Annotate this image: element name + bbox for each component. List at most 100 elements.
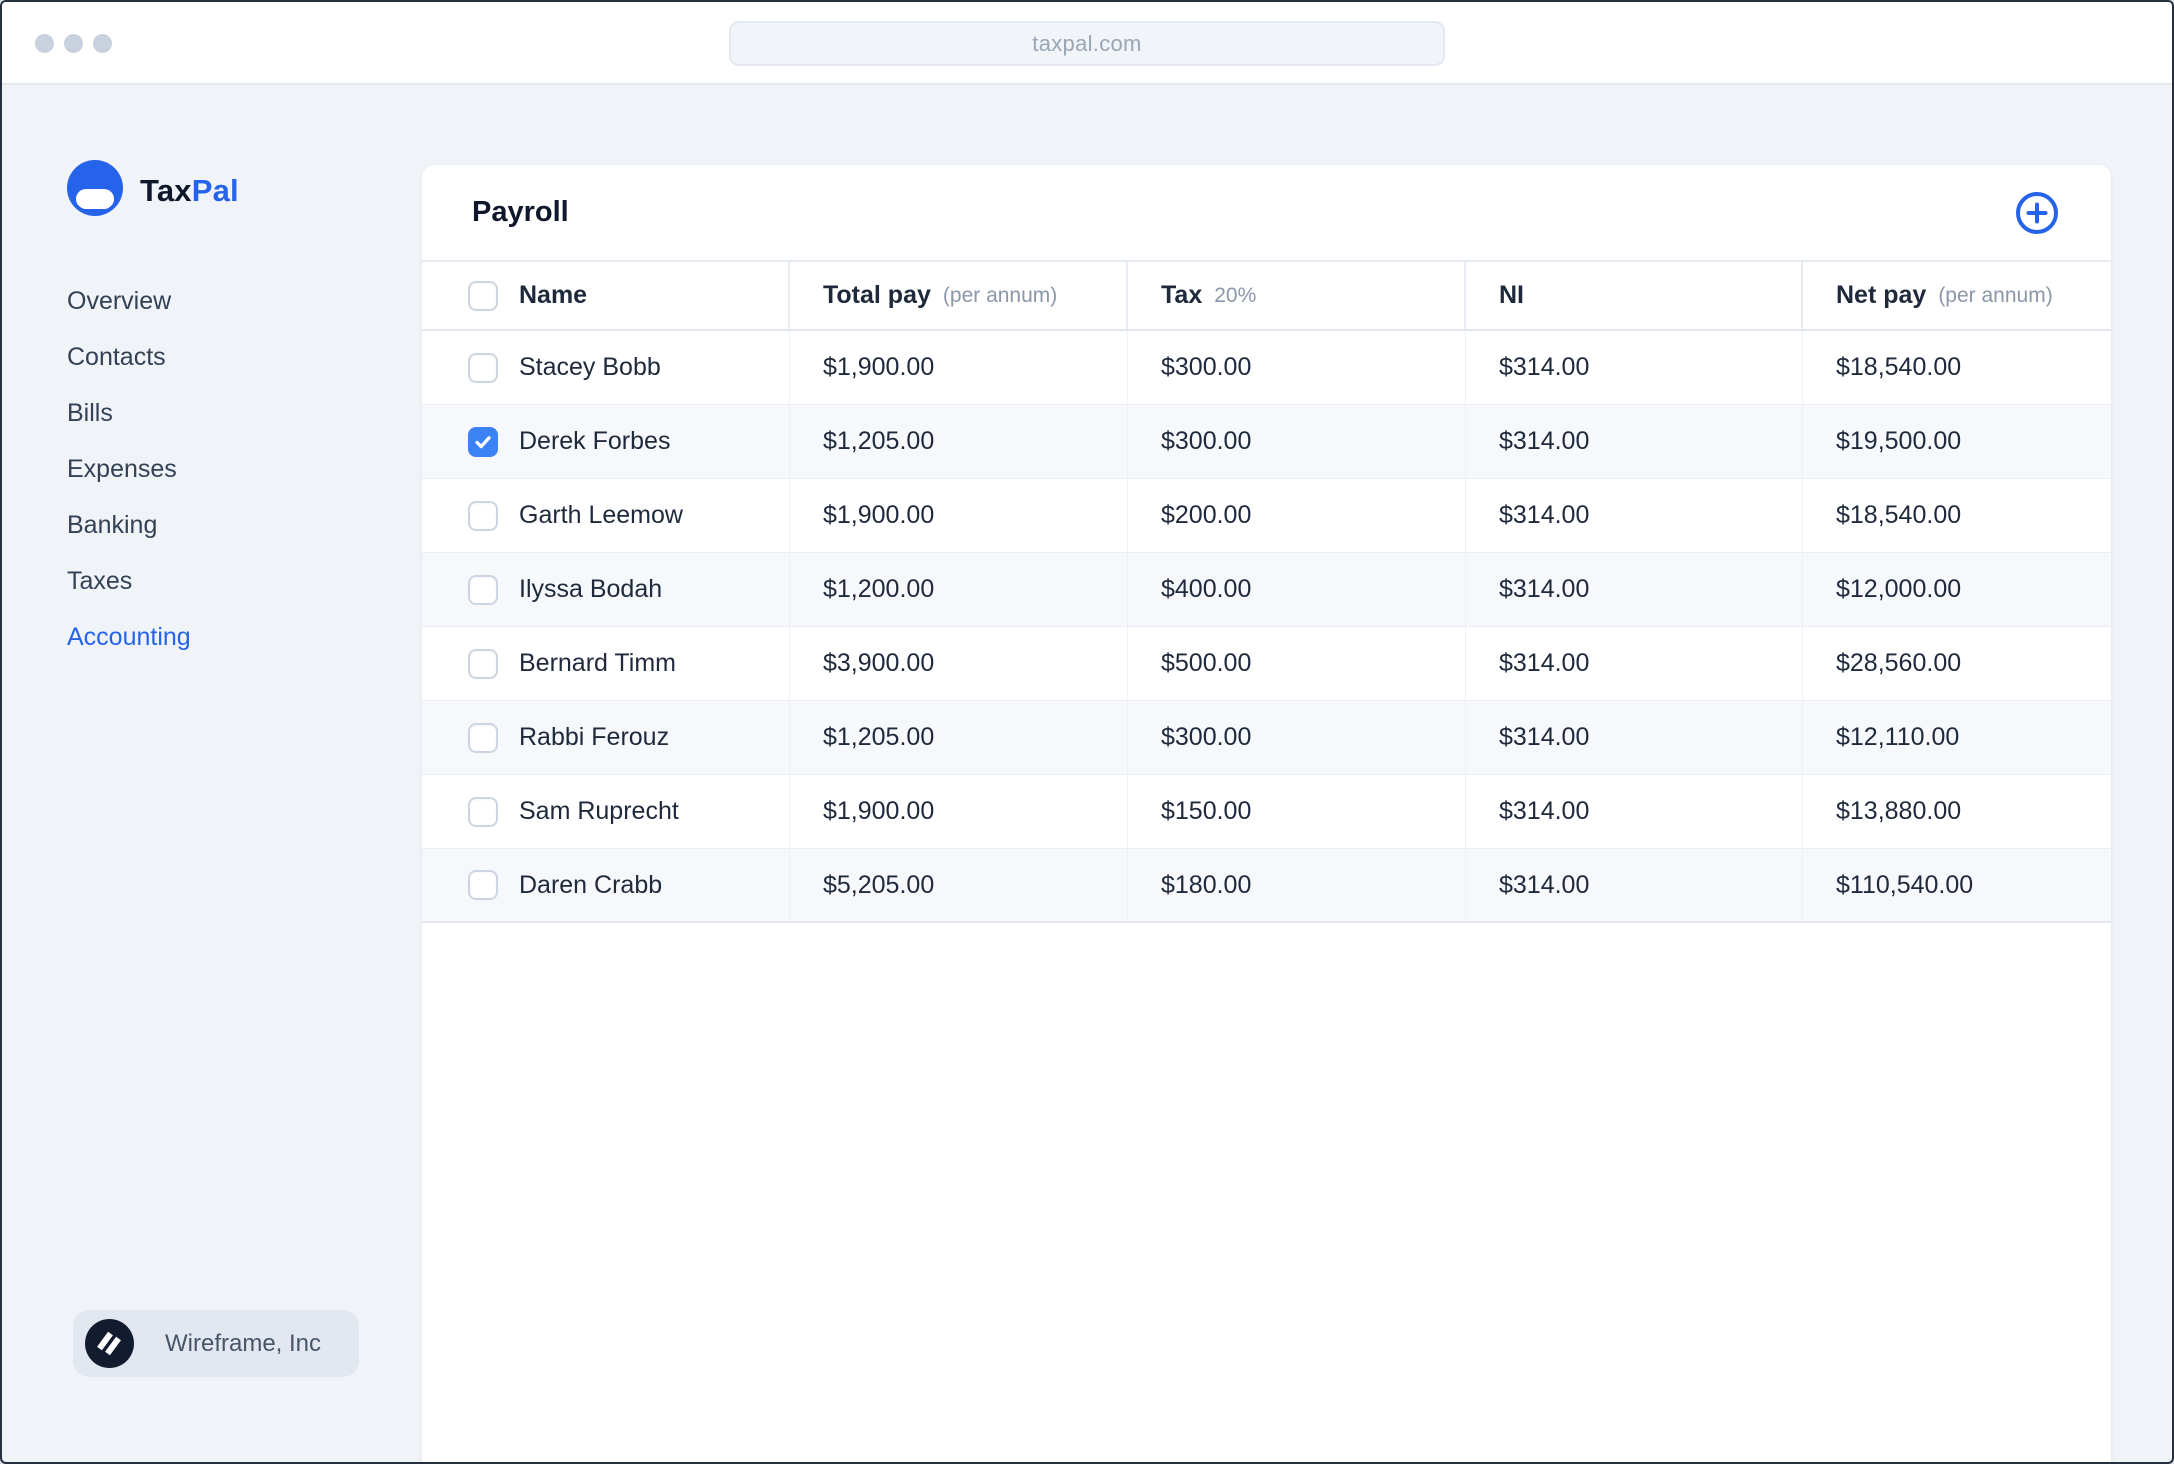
employee-name-cell: Bernard Timm bbox=[422, 627, 790, 700]
table-row: Derek Forbes $1,205.00 $300.00 $314.00 $19,5… bbox=[422, 405, 2111, 479]
browser-chrome: taxpal.com bbox=[2, 2, 2172, 85]
employee-name: Daren Crabb bbox=[519, 870, 663, 899]
total-pay-cell: $1,200.00 bbox=[790, 553, 1128, 626]
app-body: TaxPal Overview Contacts Bills Expenses Bank… bbox=[2, 85, 2172, 1462]
ni-cell: $314.00 bbox=[1466, 701, 1803, 774]
employee-name-cell: Ilyssa Bodah bbox=[422, 553, 790, 626]
total-pay-cell: $3,900.00 bbox=[790, 627, 1128, 700]
tax-cell: $200.00 bbox=[1128, 479, 1466, 552]
ni-cell: $314.00 bbox=[1466, 331, 1803, 404]
column-header-net-pay: Net pay (per annum) bbox=[1836, 281, 2053, 309]
column-header-tax: Tax 20% bbox=[1128, 262, 1466, 329]
sidebar-item-contacts[interactable]: Contacts bbox=[67, 337, 191, 393]
table-row: Ilyssa Bodah $1,200.00 $400.00 $314.00 $12,0… bbox=[422, 553, 2111, 627]
employee-name: Ilyssa Bodah bbox=[519, 575, 663, 603]
payroll-card-header: Payroll bbox=[422, 165, 2111, 262]
total-pay-cell: $1,205.00 bbox=[790, 405, 1128, 478]
payroll-table-body: Stacey Bobb $1,900.00 $300.00 $314.00 $18,54… bbox=[422, 331, 2111, 923]
page-title: Payroll bbox=[472, 196, 569, 228]
total-pay-cell: $1,205.00 bbox=[790, 701, 1128, 774]
brand-logo: TaxPal bbox=[67, 160, 239, 221]
ni-cell: $314.00 bbox=[1466, 479, 1803, 552]
sidebar-item-accounting[interactable]: Accounting bbox=[67, 617, 191, 673]
row-checkbox[interactable] bbox=[468, 500, 498, 531]
employee-name-cell: Stacey Bobb bbox=[422, 331, 790, 404]
employee-name-cell: Sam Ruprecht bbox=[422, 775, 790, 848]
net-pay-cell: $19,500.00 bbox=[1836, 427, 1962, 455]
taxpal-logo-icon bbox=[67, 160, 123, 221]
net-pay-cell: $28,560.00 bbox=[1836, 649, 1962, 677]
sidebar-item-expenses[interactable]: Expenses bbox=[67, 449, 191, 505]
row-checkbox[interactable] bbox=[468, 796, 498, 827]
sidebar-item-banking[interactable]: Banking bbox=[67, 505, 191, 561]
sidebar-item-overview[interactable]: Overview bbox=[67, 281, 191, 337]
table-header-row: Name Total pay (per annum) Tax 20% NI Net … bbox=[422, 262, 2111, 331]
row-checkbox[interactable] bbox=[468, 648, 498, 679]
row-checkbox[interactable] bbox=[468, 574, 498, 605]
employee-name: Garth Leemow bbox=[519, 501, 683, 529]
table-row: Daren Crabb $5,205.00 $180.00 $314.00 $110,5… bbox=[422, 849, 2111, 923]
table-row: Garth Leemow $1,900.00 $200.00 $314.00 $18,5… bbox=[422, 479, 2111, 553]
employee-name: Sam Ruprecht bbox=[519, 797, 679, 825]
sidebar: TaxPal Overview Contacts Bills Expenses Bank… bbox=[2, 85, 422, 1462]
row-checkbox[interactable] bbox=[468, 352, 498, 383]
employee-name-cell: Derek Forbes bbox=[422, 405, 790, 478]
table-row: Bernard Timm $3,900.00 $500.00 $314.00 $28,5… bbox=[422, 627, 2111, 701]
tax-cell: $300.00 bbox=[1128, 701, 1466, 774]
net-pay-cell: $12,110.00 bbox=[1836, 723, 1960, 751]
employee-name: Stacey Bobb bbox=[519, 353, 661, 381]
table-row: Stacey Bobb $1,900.00 $300.00 $314.00 $18,54… bbox=[422, 331, 2111, 405]
net-pay-cell: $18,540.00 bbox=[1836, 501, 1962, 529]
sidebar-item-taxes[interactable]: Taxes bbox=[67, 561, 191, 617]
column-header-name: Name bbox=[422, 262, 790, 329]
plus-circle-icon bbox=[2014, 191, 2060, 239]
employee-name: Derek Forbes bbox=[519, 427, 671, 455]
employee-name: Rabbi Ferouz bbox=[519, 723, 670, 751]
ni-cell: $314.00 bbox=[1466, 775, 1803, 848]
tax-cell: $300.00 bbox=[1128, 405, 1466, 478]
total-pay-cell: $5,205.00 bbox=[790, 849, 1128, 921]
tax-cell: $400.00 bbox=[1128, 553, 1466, 626]
total-pay-cell: $1,900.00 bbox=[790, 479, 1128, 552]
window-minimize-button[interactable] bbox=[64, 34, 83, 53]
row-checkbox[interactable] bbox=[468, 426, 498, 457]
employee-name-cell: Garth Leemow bbox=[422, 479, 790, 552]
wireframe-logo-icon bbox=[85, 1319, 134, 1368]
net-pay-cell: $110,540.00 bbox=[1836, 870, 1974, 899]
ni-cell: $314.00 bbox=[1466, 553, 1803, 626]
payroll-card: Payroll Name Total pay (per annum) Tax 2… bbox=[422, 165, 2111, 1462]
address-bar[interactable]: taxpal.com bbox=[729, 21, 1445, 66]
add-payroll-entry-button[interactable] bbox=[2014, 190, 2060, 236]
ni-cell: $314.00 bbox=[1466, 627, 1803, 700]
employee-name-cell: Rabbi Ferouz bbox=[422, 701, 790, 774]
app-window: taxpal.com TaxPal Overview Contacts Bills E… bbox=[0, 0, 2174, 1464]
ni-cell: $314.00 bbox=[1466, 849, 1803, 921]
window-maximize-button[interactable] bbox=[93, 34, 112, 53]
address-bar-url: taxpal.com bbox=[1032, 30, 1142, 56]
window-close-button[interactable] bbox=[35, 34, 54, 53]
column-header-total-pay: Total pay (per annum) bbox=[790, 262, 1128, 329]
row-checkbox[interactable] bbox=[468, 870, 498, 900]
window-controls bbox=[35, 34, 112, 53]
tax-cell: $300.00 bbox=[1128, 331, 1466, 404]
total-pay-cell: $1,900.00 bbox=[790, 775, 1128, 848]
table-row: Sam Ruprecht $1,900.00 $150.00 $314.00 $13,8… bbox=[422, 775, 2111, 849]
brand-name: TaxPal bbox=[140, 172, 239, 208]
tax-cell: $180.00 bbox=[1128, 849, 1466, 921]
total-pay-cell: $1,900.00 bbox=[790, 331, 1128, 404]
tax-cell: $150.00 bbox=[1128, 775, 1466, 848]
select-all-checkbox[interactable] bbox=[468, 280, 498, 311]
ni-cell: $314.00 bbox=[1466, 405, 1803, 478]
table-row: Rabbi Ferouz $1,205.00 $300.00 $314.00 $12,1… bbox=[422, 701, 2111, 775]
organization-switcher[interactable]: Wireframe, Inc bbox=[73, 1310, 359, 1377]
row-checkbox[interactable] bbox=[468, 722, 498, 753]
organization-name: Wireframe, Inc bbox=[165, 1329, 322, 1357]
sidebar-nav: Overview Contacts Bills Expenses Banking Taxe… bbox=[67, 281, 191, 673]
net-pay-cell: $18,540.00 bbox=[1836, 353, 1962, 381]
employee-name: Bernard Timm bbox=[519, 649, 676, 677]
net-pay-cell: $13,880.00 bbox=[1836, 797, 1962, 825]
net-pay-cell: $12,000.00 bbox=[1836, 575, 1962, 603]
sidebar-item-bills[interactable]: Bills bbox=[67, 393, 191, 449]
column-header-ni: NI bbox=[1466, 262, 1803, 329]
employee-name-cell: Daren Crabb bbox=[422, 849, 790, 921]
